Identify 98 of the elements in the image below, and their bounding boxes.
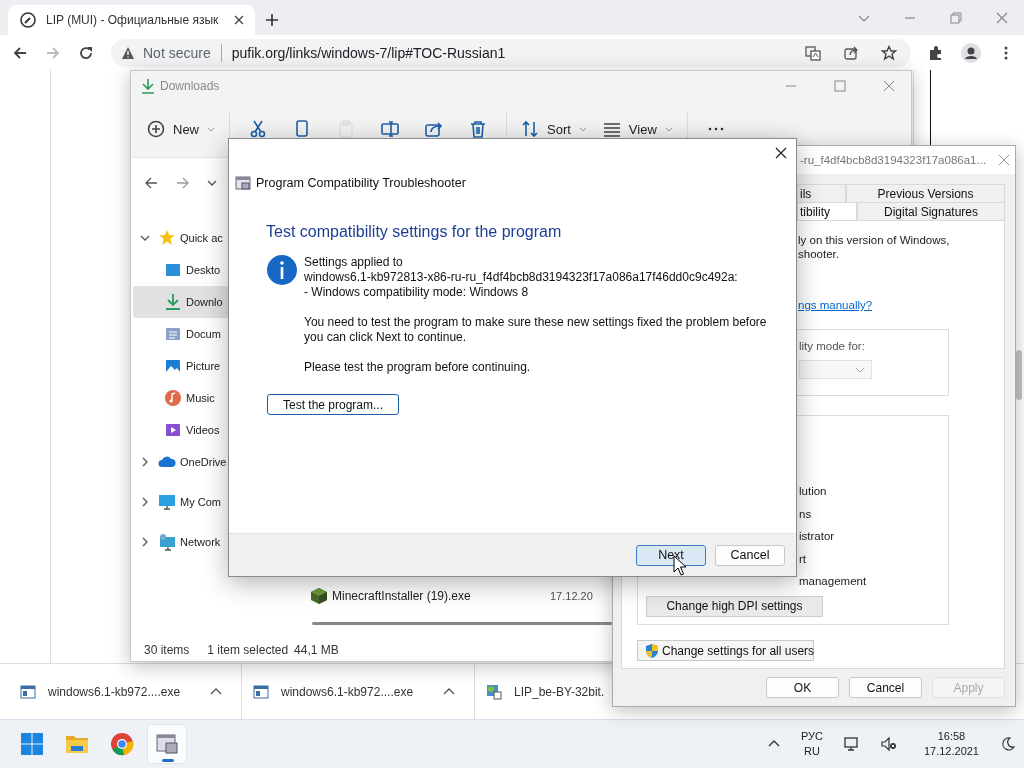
dialog-button[interactable]: Cancel bbox=[849, 677, 922, 698]
description-text: ly on this version of Windows, shooter. bbox=[798, 233, 950, 261]
browser-icon bbox=[110, 732, 134, 756]
download-item[interactable]: LIP_be-BY-32bit. bbox=[476, 664, 607, 719]
sidebar-item[interactable]: Quick ac bbox=[133, 222, 229, 254]
sidebar-item[interactable]: Downlo bbox=[133, 286, 229, 318]
download-icon bbox=[164, 293, 182, 311]
new-tab-icon[interactable] bbox=[265, 13, 279, 27]
url-text: pufik.org/links/windows-7/lip#TOC-Russian1 bbox=[231, 44, 506, 61]
info-icon bbox=[267, 255, 297, 285]
chevron-down-icon[interactable] bbox=[140, 233, 150, 243]
sidebar-item[interactable]: Picture bbox=[133, 350, 229, 382]
network-icon bbox=[158, 533, 176, 551]
dpi-settings-button[interactable]: Change high DPI settings bbox=[646, 595, 823, 617]
taskbar-app[interactable] bbox=[147, 724, 187, 764]
setting-label: ns bbox=[799, 506, 812, 522]
download-icon bbox=[140, 78, 156, 94]
item-count: 30 items bbox=[144, 643, 190, 657]
window-title: -ru_f4df4bcb8d3194323f17a086a1... bbox=[800, 154, 987, 166]
dialog-heading: Test compatibility settings for the program bbox=[266, 223, 563, 241]
tab[interactable]: tibility bbox=[797, 202, 857, 220]
star-icon[interactable] bbox=[881, 44, 897, 61]
share-icon[interactable] bbox=[843, 44, 859, 61]
volume-muted-icon[interactable] bbox=[880, 736, 897, 752]
chevron-right-icon[interactable] bbox=[140, 457, 150, 467]
tab[interactable]: ils bbox=[797, 184, 846, 202]
applied-settings-text: Settings applied to windows6.1-kb972813-x86-ru-ru_f4df4bcb8d3194323f17a086a17f46dd0c9c492a: - Windows compatibility mode: Windows 8 bbox=[304, 255, 739, 300]
scrollbar[interactable] bbox=[312, 622, 612, 625]
link[interactable]: ngs manually? bbox=[798, 299, 873, 311]
sidebar-item[interactable]: Deskto bbox=[133, 254, 229, 286]
block-icon bbox=[310, 587, 328, 605]
profile-icon[interactable] bbox=[961, 42, 981, 63]
all-users-button[interactable]: Change settings for all users bbox=[637, 640, 814, 661]
sidebar-item[interactable]: Docum bbox=[133, 318, 229, 350]
file-date: 17.12.20 bbox=[550, 590, 593, 602]
chevron-down-icon[interactable] bbox=[207, 178, 217, 188]
tab[interactable]: Digital Signatures bbox=[857, 202, 1005, 220]
close-icon[interactable] bbox=[775, 147, 787, 159]
setting-label: rt bbox=[799, 551, 807, 567]
setting-label: management bbox=[799, 574, 867, 589]
warning-icon bbox=[121, 45, 135, 60]
chevron-right-icon[interactable] bbox=[140, 537, 150, 547]
image-icon bbox=[164, 357, 182, 375]
package-file-icon bbox=[486, 683, 502, 700]
tab[interactable]: Previous Versions bbox=[846, 184, 1005, 202]
selection-size: 44,1 MB bbox=[294, 643, 339, 657]
chevron-down-icon bbox=[664, 125, 673, 133]
setting-label: istrator bbox=[799, 529, 835, 544]
music-icon bbox=[164, 389, 182, 407]
address-field[interactable]: Not secure pufik.org/links/windows-7/lip#TOC-Russian1 bbox=[111, 38, 911, 67]
new-button[interactable]: New bbox=[141, 112, 221, 146]
group-label: lity mode for: bbox=[799, 340, 866, 352]
close-icon[interactable] bbox=[233, 14, 245, 26]
clock[interactable]: 16:58 17.12.2021 bbox=[923, 729, 979, 759]
browser-tab[interactable]: LIP (MUI) - Официальные язык bbox=[8, 5, 255, 35]
view-button[interactable]: View bbox=[596, 112, 679, 146]
translate-icon[interactable] bbox=[805, 44, 821, 61]
desktop-icon bbox=[164, 261, 182, 279]
sidebar-item[interactable]: Videos bbox=[133, 414, 229, 446]
shield-icon bbox=[644, 642, 660, 659]
chevron-down-icon bbox=[578, 125, 587, 133]
chevron-right-icon[interactable] bbox=[140, 497, 150, 507]
sort-button[interactable]: Sort bbox=[515, 112, 593, 146]
monitor-icon bbox=[158, 493, 176, 511]
puzzle-icon[interactable] bbox=[928, 44, 944, 61]
security-label: Not secure bbox=[143, 44, 211, 61]
sidebar-item[interactable]: Network bbox=[133, 526, 229, 558]
sidebar-item[interactable]: Music bbox=[133, 382, 229, 414]
language-indicator[interactable]: РУС RU bbox=[800, 729, 823, 759]
sidebar-item[interactable]: OneDrive bbox=[133, 446, 229, 478]
forward-icon[interactable] bbox=[175, 175, 191, 191]
file-name[interactable]: MinecraftInstaller (19).exe bbox=[332, 589, 546, 603]
dialog-title: Program Compatibility Troubleshooter bbox=[256, 176, 466, 190]
window-title: Downloads bbox=[160, 79, 220, 93]
scrollbar[interactable] bbox=[1016, 350, 1022, 400]
chevron-down-icon bbox=[207, 125, 215, 133]
sidebar-item[interactable]: My Com bbox=[133, 486, 229, 518]
setting-label: lution bbox=[799, 484, 827, 499]
video-icon bbox=[164, 421, 182, 439]
dialog-button[interactable]: OK bbox=[766, 677, 839, 698]
star-icon bbox=[158, 229, 176, 247]
window-icon bbox=[155, 732, 179, 756]
moon-icon[interactable] bbox=[1000, 736, 1016, 752]
reload-icon[interactable] bbox=[78, 44, 94, 61]
back-icon[interactable] bbox=[12, 44, 28, 61]
test-program-button[interactable]: Test the program... bbox=[267, 394, 399, 415]
selection-info: 1 item selected bbox=[207, 643, 289, 657]
document-icon bbox=[164, 325, 182, 343]
grid-icon bbox=[20, 732, 44, 756]
prompt-text: Please test the program before continuing. bbox=[304, 360, 532, 375]
next-button[interactable]: Next bbox=[636, 544, 706, 566]
back-icon[interactable] bbox=[143, 175, 159, 191]
cancel-button[interactable]: Cancel bbox=[715, 544, 785, 566]
program-file-icon bbox=[253, 683, 269, 700]
network-icon[interactable] bbox=[843, 736, 860, 752]
instruction-text: You need to test the program to make sure these new settings fixed the problem before you can click Next to continue. bbox=[304, 315, 768, 345]
program-file-icon bbox=[20, 683, 36, 700]
window-icon bbox=[235, 175, 251, 191]
